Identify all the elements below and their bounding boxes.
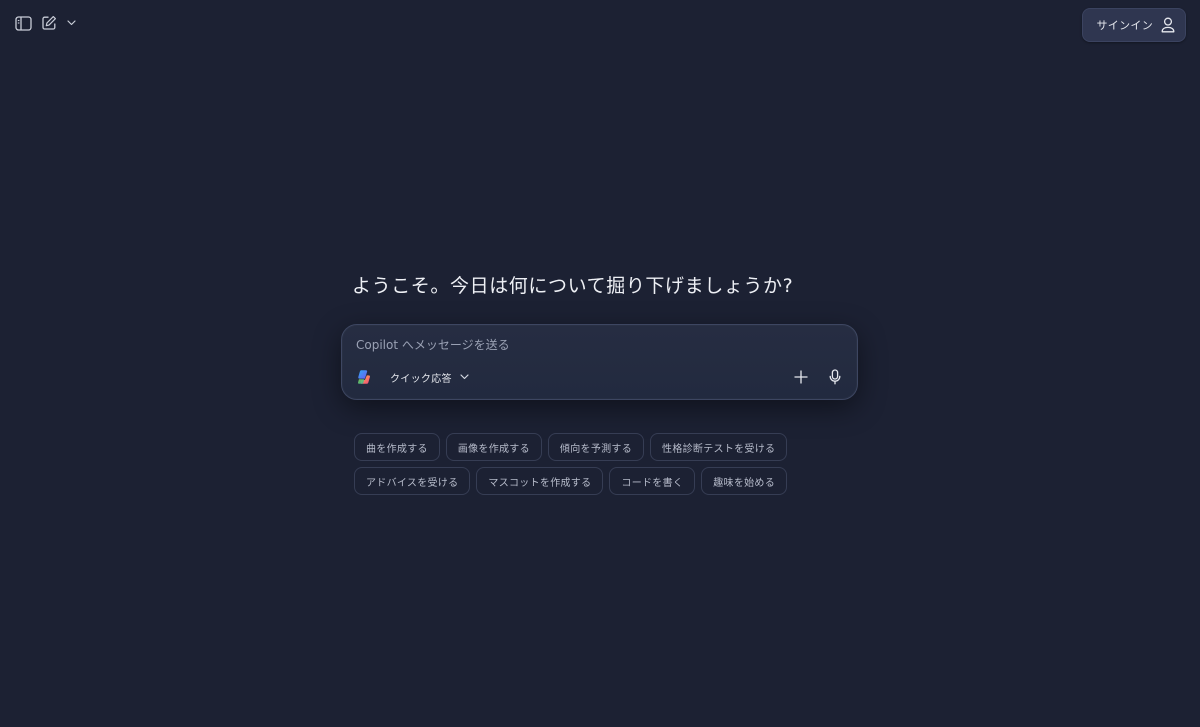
user-icon xyxy=(1161,17,1175,33)
add-attachment-button[interactable] xyxy=(791,367,811,387)
copilot-logo-icon xyxy=(358,370,370,384)
composer-toolbar: クイック応答 xyxy=(356,367,845,387)
sign-in-label: サインイン xyxy=(1096,19,1153,32)
suggestion-chip[interactable]: 性格診断テストを受ける xyxy=(650,433,788,461)
suggestion-chips: 曲を作成する 画像を作成する 傾向を予測する 性格診断テストを受ける アドバイス… xyxy=(354,433,788,501)
welcome-headline: ようこそ。今日は何について掘り下げましょうか? xyxy=(352,275,794,297)
suggestion-row: アドバイスを受ける マスコットを作成する コードを書く 趣味を始める xyxy=(354,467,788,495)
microphone-icon xyxy=(829,369,841,385)
suggestion-chip[interactable]: コードを書く xyxy=(609,467,696,495)
message-input[interactable] xyxy=(356,335,836,355)
suggestion-chip[interactable]: マスコットを作成する xyxy=(476,467,604,495)
suggestion-chip[interactable]: アドバイスを受ける xyxy=(354,467,471,495)
suggestion-row: 曲を作成する 画像を作成する 傾向を予測する 性格診断テストを受ける xyxy=(354,433,788,461)
composer-actions xyxy=(791,367,845,387)
chevron-down-icon xyxy=(66,20,76,26)
suggestion-chip[interactable]: 趣味を始める xyxy=(701,467,788,495)
top-left-toolbar xyxy=(12,12,78,34)
new-chat-options-button[interactable] xyxy=(64,12,78,34)
suggestion-chip[interactable]: 画像を作成する xyxy=(445,433,542,461)
plus-icon xyxy=(794,370,808,384)
new-chat-button[interactable] xyxy=(38,12,60,34)
voice-input-button[interactable] xyxy=(825,367,845,387)
suggestion-chip[interactable]: 傾向を予測する xyxy=(547,433,645,461)
new-chat-icon xyxy=(42,16,56,30)
message-composer: クイック応答 xyxy=(341,324,858,400)
copilot-home: サインイン ようこそ。今日は何について掘り下げましょうか? Copilot へメ… xyxy=(0,0,1200,727)
sign-in-button[interactable]: サインイン xyxy=(1081,8,1186,42)
response-mode-select[interactable]: クイック応答 xyxy=(390,370,469,385)
suggestion-chip[interactable]: 曲を作成する xyxy=(354,433,440,461)
response-mode-label: クイック応答 xyxy=(390,373,452,385)
chevron-down-icon xyxy=(460,374,469,380)
sidebar-toggle-icon xyxy=(14,15,32,31)
sidebar-toggle-button[interactable] xyxy=(12,12,34,34)
